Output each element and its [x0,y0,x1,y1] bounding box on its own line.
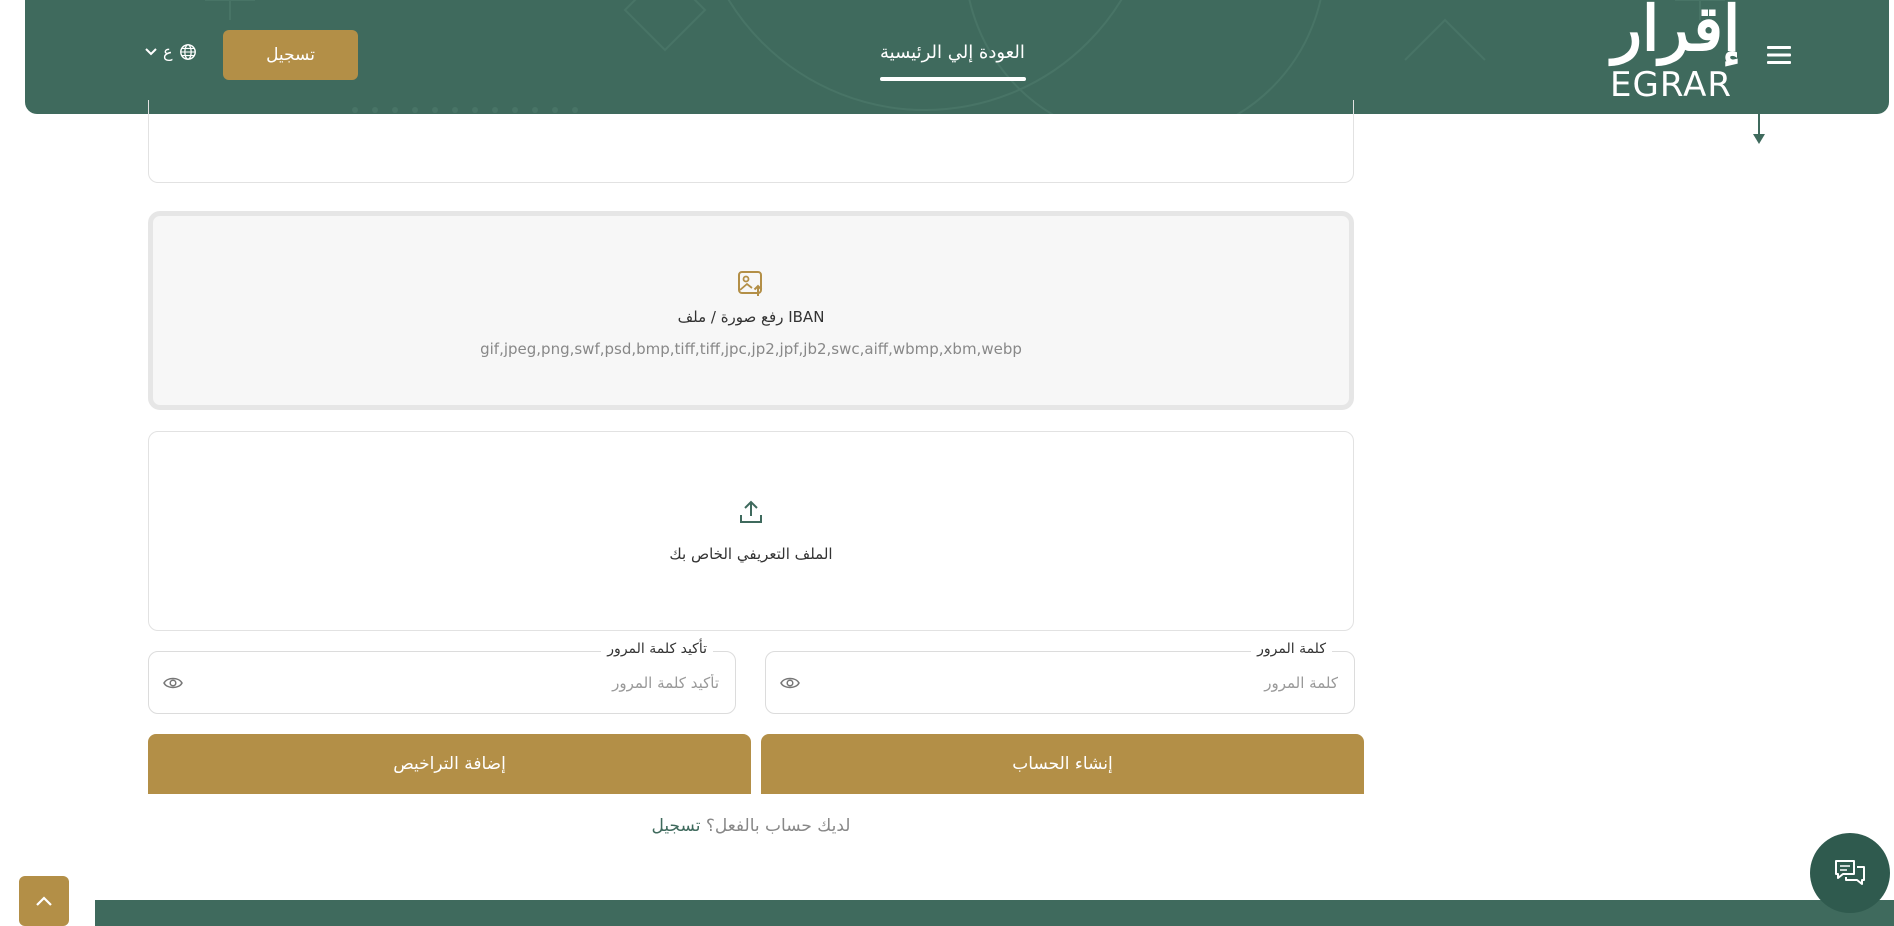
language-selector[interactable]: ع [145,42,197,61]
chat-icon [1835,860,1865,885]
egrar-logo[interactable]: إقرار EGRAR [1590,0,1740,106]
image-upload-icon [738,271,763,296]
eye-icon[interactable] [780,675,800,691]
nav-home-link[interactable]: العودة إلي الرئيسية [880,42,1025,63]
iban-upload-formats: gif,jpeg,png,swf,psd,bmp,tiff,tiff,jpc,j… [480,340,1022,358]
globe-icon [179,43,196,60]
site-header: تسجيل ع العودة إلي الرئيسية إقرار EGRAR [25,0,1889,114]
confirm-password-label: تأكيد كلمة المرور [601,641,713,657]
password-field: كلمة المرور [765,641,1355,714]
login-prompt: لديك حساب بالفعل؟ تسجيل [0,816,1502,836]
chevron-down-icon [145,47,157,55]
confirm-password-input[interactable] [199,670,719,696]
password-input[interactable] [816,670,1338,696]
profile-upload-area[interactable]: الملف التعريفي الخاص بك [148,431,1354,631]
profile-upload-title: الملف التعريفي الخاص بك [669,545,833,563]
language-label: ع [163,42,173,61]
add-licenses-button[interactable]: إضافة التراخيص [148,734,751,794]
login-link[interactable]: تسجيل [652,816,701,836]
nav-active-indicator [880,77,1026,81]
iban-upload-area[interactable]: رفع صورة / ملف IBAN gif,jpeg,png,swf,psd… [148,211,1354,410]
login-prompt-text: لديك حساب بالفعل؟ [705,816,851,836]
back-to-top-button[interactable] [19,876,69,926]
create-account-button[interactable]: إنشاء الحساب [761,734,1364,794]
step-arrow-icon [1753,114,1765,144]
eye-icon[interactable] [163,675,183,691]
header-register-button[interactable]: تسجيل [223,30,358,80]
upload-icon [740,500,762,523]
footer [95,900,1894,926]
previous-upload-card[interactable] [148,100,1354,183]
chat-button[interactable] [1810,833,1890,913]
logo-english: EGRAR [1610,65,1732,105]
iban-upload-title: رفع صورة / ملف IBAN [677,308,825,326]
chevron-up-icon [36,896,52,906]
confirm-password-field: تأكيد كلمة المرور [148,641,736,714]
hamburger-menu-icon[interactable] [1765,43,1793,67]
password-label: كلمة المرور [1251,641,1332,657]
logo-arabic: إقرار [1612,0,1741,65]
